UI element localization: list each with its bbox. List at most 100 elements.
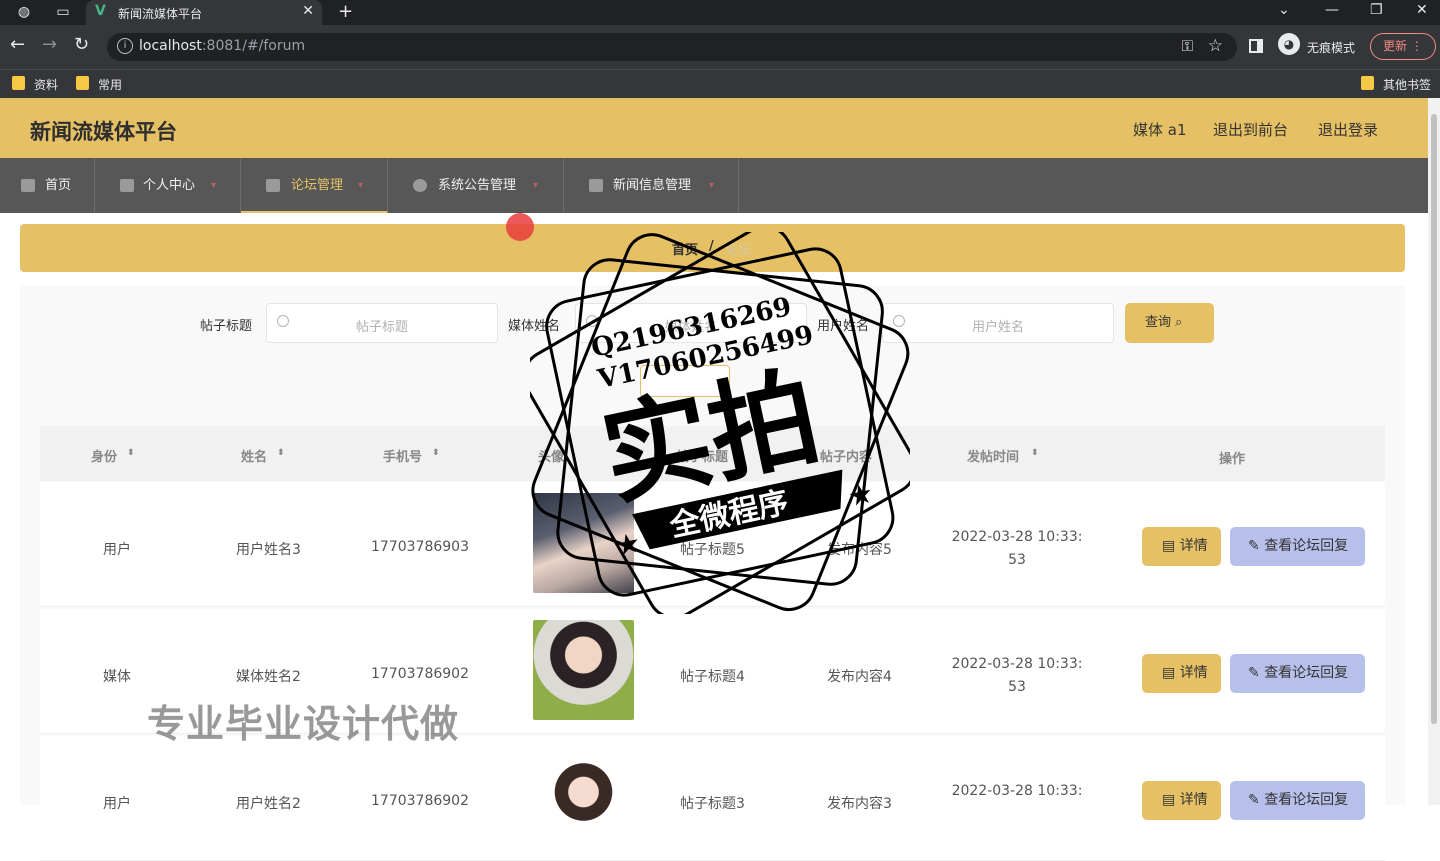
new-tab-button[interactable]: + <box>338 1 353 22</box>
cell-title: 帖子标题4 <box>680 669 745 685</box>
query-button[interactable]: 查询 ⌕ <box>1125 303 1214 343</box>
doc-icon: ▤ <box>1162 665 1176 681</box>
user-search-input[interactable]: 用户姓名 <box>882 303 1114 343</box>
col-identity[interactable]: 身份 <box>91 446 117 465</box>
view-replies-button[interactable]: ✎ 查看论坛回复 <box>1230 527 1365 566</box>
sort-icon[interactable]: ⬍ <box>432 448 440 458</box>
edit-icon: ✎ <box>1248 792 1260 808</box>
omnibox[interactable]: i localhost:8081/#/forum ⚿ ☆ <box>107 33 1237 61</box>
cell-name: 用户姓名2 <box>236 796 301 812</box>
chevron-down-icon: ▾ <box>533 180 539 191</box>
cell-name: 媒体姓名2 <box>236 669 301 685</box>
back-button[interactable]: ← <box>10 35 25 55</box>
menu-item-notice[interactable]: 系统公告管理 ▾ <box>388 158 564 213</box>
detail-button[interactable]: ▤ 详情 <box>1142 781 1221 820</box>
chart-icon <box>266 179 280 192</box>
address-bar-row: ← → ↻ i localhost:8081/#/forum ⚿ ☆ ◕ 无痕模… <box>0 25 1440 69</box>
chevron-down-icon: ▾ <box>358 180 364 191</box>
watermark-stamp: Q2196316269 V17060256499 实拍 全微程序 ★ ★ <box>530 232 910 614</box>
cell-title: 帖子标题3 <box>680 796 745 812</box>
incognito-label: 无痕模式 <box>1307 41 1356 55</box>
sort-icon[interactable]: ⬍ <box>277 448 285 458</box>
cell-content: 发布内容3 <box>827 796 892 812</box>
side-panel-icon[interactable] <box>1249 39 1263 53</box>
bookmark-folder[interactable]: 资料 <box>12 76 58 93</box>
exit-to-front-link[interactable]: 退出到前台 <box>1213 119 1288 140</box>
person-icon <box>120 179 134 192</box>
chevron-down-icon: ▾ <box>211 180 217 191</box>
cell-phone: 17703786903 <box>371 539 469 555</box>
col-actions: 操作 <box>1219 452 1246 467</box>
svg-text:★: ★ <box>612 526 643 563</box>
detail-button[interactable]: ▤ 详情 <box>1142 654 1221 693</box>
sort-icon[interactable]: ⬍ <box>1031 448 1039 458</box>
edit-icon: ✎ <box>1248 665 1260 681</box>
globe-icon[interactable]: ◍ <box>16 4 32 20</box>
restore-button[interactable]: ❐ <box>1370 2 1383 18</box>
tab-title: 新闻流媒体平台 <box>118 7 203 21</box>
url-text[interactable]: localhost:8081/#/forum <box>139 38 305 54</box>
avatar-image <box>533 747 634 847</box>
menu-item-news[interactable]: 新闻信息管理 ▾ <box>564 158 739 213</box>
home-icon <box>21 179 35 192</box>
logout-link[interactable]: 退出登录 <box>1318 119 1378 140</box>
svg-text:★: ★ <box>845 476 876 513</box>
view-replies-button[interactable]: ✎ 查看论坛回复 <box>1230 781 1365 820</box>
update-button[interactable]: 更新 ⋮ <box>1370 33 1436 60</box>
cell-time: 2022-03-28 10:33: 53 <box>951 529 1083 568</box>
sort-icon[interactable]: ⬍ <box>127 448 135 458</box>
page-scrollbar[interactable] <box>1428 98 1440 805</box>
avatar-image <box>533 620 634 720</box>
close-tab-icon[interactable]: ✕ <box>302 3 314 19</box>
reload-button[interactable]: ↻ <box>74 35 89 55</box>
browser-tab[interactable]: V 新闻流媒体平台 ✕ <box>86 0 322 25</box>
cell-content: 发布内容4 <box>827 669 892 685</box>
vue-logo-icon: V <box>95 3 106 19</box>
grid-icon <box>589 179 603 192</box>
menu-item-personal[interactable]: 个人中心 ▾ <box>95 158 241 213</box>
bookmark-star-icon[interactable]: ☆ <box>1208 36 1223 56</box>
cell-phone: 17703786902 <box>371 666 469 682</box>
title-filter-label: 帖子标题 <box>200 319 253 334</box>
cell-name: 用户姓名3 <box>236 542 301 558</box>
cell-time: 2022-03-28 10:33: 53 <box>951 656 1083 695</box>
current-user: 媒体 a1 <box>1133 121 1187 139</box>
forward-button[interactable]: → <box>42 35 57 55</box>
bottom-watermark: 专业毕业设计代做 <box>147 702 460 746</box>
edit-icon: ✎ <box>1248 538 1260 554</box>
minimize-button[interactable]: — <box>1325 2 1339 18</box>
password-key-icon[interactable]: ⚿ <box>1182 37 1193 55</box>
col-name[interactable]: 姓名 <box>241 446 267 465</box>
incognito-icon[interactable]: ◕ <box>1278 33 1300 55</box>
cell-identity: 媒体 <box>103 669 131 685</box>
col-time[interactable]: 发帖时间 <box>967 446 1019 465</box>
bookmark-folder[interactable]: 常用 <box>76 76 122 93</box>
bookmarks-bar: 资料 常用 其他书签 <box>0 69 1440 98</box>
chevron-down-icon: ▾ <box>709 180 715 191</box>
site-info-icon[interactable]: i <box>117 38 133 54</box>
detail-button[interactable]: ▤ 详情 <box>1142 527 1221 566</box>
app-header: 新闻流媒体平台 媒体 a1 退出到前台 退出登录 <box>0 98 1428 158</box>
table-row: 用户 用户姓名2 17703786902 帖子标题3 发布内容3 2022-03… <box>40 736 1385 861</box>
tab-search-icon[interactable]: ⌄ <box>1278 2 1290 18</box>
menu-item-home[interactable]: 首页 <box>0 158 95 213</box>
cell-time: 2022-03-28 10:33: <box>951 783 1083 799</box>
cell-identity: 用户 <box>103 542 131 558</box>
search-icon: ⌕ <box>1175 315 1183 330</box>
col-phone[interactable]: 手机号 <box>383 446 422 465</box>
menu-item-forum[interactable]: 论坛管理 ▾ <box>241 158 388 213</box>
main-menu: 首页 个人中心 ▾ 论坛管理 ▾ 系统公告管理 ▾ 新闻信息管理 ▾ <box>0 158 1428 213</box>
browser-tab-strip: ◍ ▭ V 新闻流媒体平台 ✕ + ⌄ — ❐ ✕ <box>0 0 1440 25</box>
close-window-button[interactable]: ✕ <box>1416 2 1428 18</box>
doc-icon: ▤ <box>1162 792 1176 808</box>
view-replies-button[interactable]: ✎ 查看论坛回复 <box>1230 654 1365 693</box>
cell-identity: 用户 <box>103 796 131 812</box>
doc-icon: ▤ <box>1162 538 1176 554</box>
cell-phone: 17703786902 <box>371 793 469 809</box>
title-search-input[interactable]: 帖子标题 <box>266 303 498 343</box>
brand-title: 新闻流媒体平台 <box>30 120 177 144</box>
other-bookmarks-folder[interactable]: 其他书签 <box>1361 76 1431 93</box>
scrollbar-thumb[interactable] <box>1431 114 1437 724</box>
pin-icon <box>413 179 427 192</box>
tab-overview-icon[interactable]: ▭ <box>55 4 71 20</box>
